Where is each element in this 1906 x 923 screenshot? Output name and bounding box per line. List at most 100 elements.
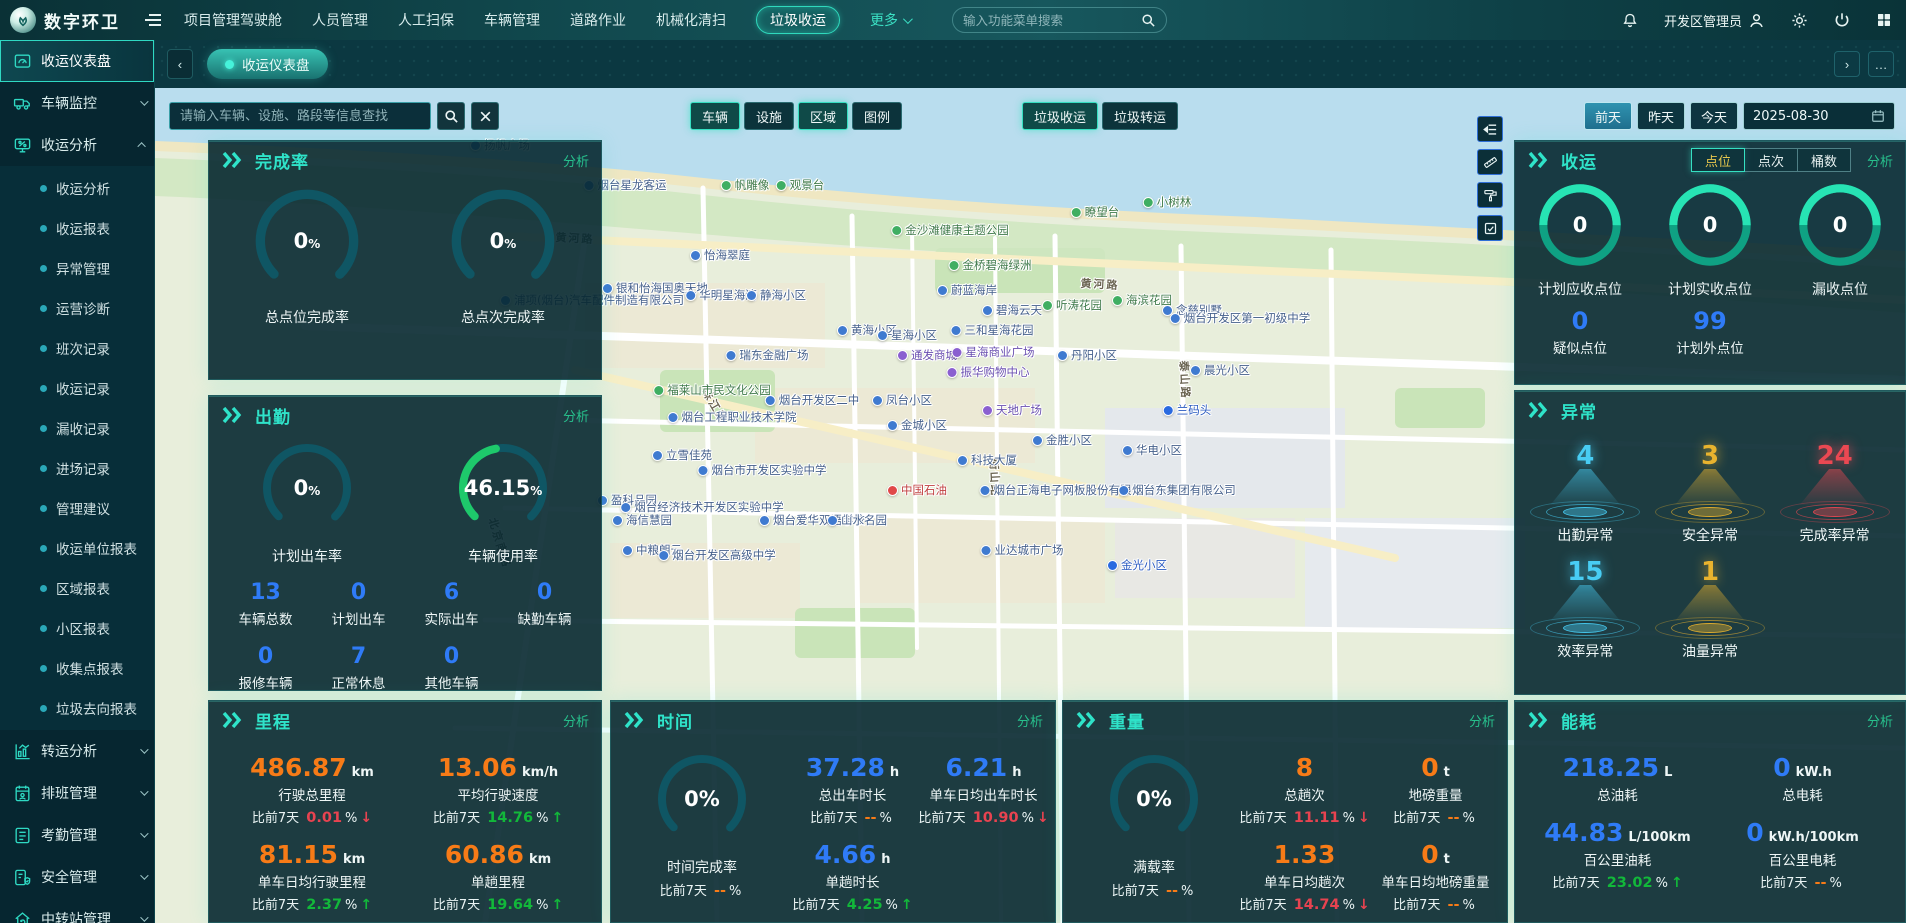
sidebar-subitem-2[interactable]: 收运报表 bbox=[0, 208, 154, 248]
sidebar-item-3[interactable]: 收运分析 bbox=[0, 124, 154, 166]
sidebar-subitem-8[interactable]: 进场记录 bbox=[0, 448, 154, 488]
sidebar-subitem-3[interactable]: 异常管理 bbox=[0, 248, 154, 288]
collection-tab-3[interactable]: 桶数 bbox=[1797, 148, 1851, 172]
poi-icon bbox=[897, 349, 908, 361]
tool-layer-list-button[interactable] bbox=[1477, 116, 1503, 142]
sidebar-subitem-12[interactable]: 小区报表 bbox=[0, 608, 154, 648]
metric-1: 218.25 L 总油耗 bbox=[1525, 753, 1710, 804]
map-label-text: 晨光小区 bbox=[1204, 363, 1250, 377]
sidebar-item-8[interactable]: 中转站管理 bbox=[0, 898, 154, 923]
sidebar-item-1[interactable]: 收运仪表盘 bbox=[0, 40, 154, 82]
nav-item-7[interactable]: 垃圾收运 bbox=[756, 6, 840, 34]
nav-item-5[interactable]: 道路作业 bbox=[570, 10, 626, 30]
layer-toggle-1[interactable]: 车辆 bbox=[690, 102, 741, 130]
mode-toggle-1[interactable]: 垃圾收运 bbox=[1022, 102, 1099, 130]
sidebar-item-5[interactable]: 排班管理 bbox=[0, 772, 154, 814]
analysis-link[interactable]: 分析 bbox=[1469, 711, 1495, 730]
date-button-1[interactable]: 前天 bbox=[1583, 102, 1632, 130]
poi-icon bbox=[667, 411, 679, 423]
user-box[interactable]: 开发区管理员 bbox=[1664, 11, 1765, 30]
metric-unit: t bbox=[1443, 852, 1450, 867]
poi-label: 烟台开发区高级中学 bbox=[658, 547, 776, 563]
sidebar-item-2[interactable]: 车辆监控 bbox=[0, 82, 154, 124]
panel-abnormal-header: 异常 bbox=[1515, 391, 1905, 429]
analysis-link[interactable]: 分析 bbox=[1867, 711, 1893, 730]
date-button-3[interactable]: 今天 bbox=[1689, 102, 1738, 130]
sidebar-subitem-6[interactable]: 收运记录 bbox=[0, 368, 154, 408]
panel-energy-header: 能耗 分析 bbox=[1515, 701, 1905, 739]
poi-icon bbox=[1032, 434, 1043, 446]
sidebar-subitem-9[interactable]: 管理建议 bbox=[0, 488, 154, 528]
tab-more-button[interactable]: … bbox=[1868, 51, 1894, 77]
nav-item-2[interactable]: 人员管理 bbox=[312, 10, 368, 30]
layer-toggle-2[interactable]: 设施 bbox=[744, 102, 795, 130]
map-label-text: 衡山路 bbox=[986, 458, 1003, 498]
nav-item-8[interactable]: 更多 bbox=[870, 10, 913, 30]
map-search-clear-button[interactable] bbox=[471, 102, 499, 130]
compare-prefix: 比前7天 bbox=[251, 811, 304, 826]
analysis-link[interactable]: 分析 bbox=[563, 406, 589, 425]
nav-item-3[interactable]: 人工扫保 bbox=[398, 10, 454, 30]
nav-item-1[interactable]: 项目管理驾驶舱 bbox=[184, 10, 282, 30]
poi-icon bbox=[1142, 196, 1154, 208]
collection-rings: 0 计划应收点位 0 计划实收点位 0 漏收点位 bbox=[1515, 179, 1905, 299]
date-button-2[interactable]: 昨天 bbox=[1636, 102, 1685, 130]
map-search-input[interactable] bbox=[169, 102, 431, 130]
layer-toggle-4[interactable]: 图例 bbox=[852, 102, 903, 130]
nav-item-6[interactable]: 机械化清扫 bbox=[656, 10, 726, 30]
percent-sign: % bbox=[536, 811, 549, 826]
poi-icon bbox=[1107, 559, 1118, 571]
menu-collapse-icon[interactable] bbox=[144, 13, 162, 27]
stat-3: 6 实际出车 bbox=[405, 580, 498, 628]
map-search-button[interactable] bbox=[437, 102, 465, 130]
panel-title: 时间 bbox=[657, 712, 693, 733]
map-container[interactable]: 黄河路黄河路珠江路泰山路衡山路北京南路扬帆广场烟台星龙客运帆雕像观景台瞭望台小树… bbox=[155, 88, 1906, 923]
sidebar-subitem-5[interactable]: 班次记录 bbox=[0, 328, 154, 368]
sidebar-subitem-1[interactable]: 收运分析 bbox=[0, 168, 154, 208]
sidebar-subitem-11[interactable]: 区域报表 bbox=[0, 568, 154, 608]
tab-next-button[interactable]: › bbox=[1834, 51, 1860, 77]
bell-icon[interactable] bbox=[1622, 12, 1638, 29]
mileage-metrics: 486.87 km 行驶总里程 比前7天 0.01% ↓ 13.06 km/h 平均行驶速度比… bbox=[209, 739, 601, 913]
sidebar-subitem-14[interactable]: 垃圾去向报表 bbox=[0, 688, 154, 728]
map-label-text: 金沙滩健康主题公园 bbox=[905, 223, 1009, 237]
apps-grid-icon[interactable] bbox=[1876, 12, 1892, 28]
top-search-input[interactable] bbox=[963, 12, 1133, 28]
sidebar-subitem-10[interactable]: 收运单位报表 bbox=[0, 528, 154, 568]
date-picker[interactable]: 2025-08-30 bbox=[1743, 102, 1895, 130]
tool-ruler-button[interactable] bbox=[1477, 149, 1503, 175]
tool-measure-brush-button[interactable] bbox=[1477, 182, 1503, 208]
nav-item-4[interactable]: 车辆管理 bbox=[484, 10, 540, 30]
metric-label: 单车日均趟次 bbox=[1264, 875, 1345, 891]
tool-select-check-button[interactable] bbox=[1477, 215, 1503, 241]
power-icon[interactable] bbox=[1834, 12, 1850, 28]
sidebar-subitem-4[interactable]: 运营诊断 bbox=[0, 288, 154, 328]
gear-icon[interactable] bbox=[1791, 12, 1808, 29]
bullet-icon bbox=[40, 264, 47, 272]
poi-icon bbox=[622, 544, 633, 556]
search-icon[interactable] bbox=[1141, 13, 1156, 28]
layer-toggle-3[interactable]: 区域 bbox=[798, 102, 849, 130]
map-label-text: 三和星海花园 bbox=[964, 323, 1034, 337]
poi-label: 金胜小区 bbox=[1032, 432, 1092, 448]
analysis-link[interactable]: 分析 bbox=[563, 151, 589, 170]
collection-tab-2[interactable]: 点次 bbox=[1744, 148, 1798, 172]
analysis-link[interactable]: 分析 bbox=[1867, 151, 1893, 170]
date-quick-buttons: 前天 昨天 今天 bbox=[1583, 102, 1738, 130]
map-label-text: 海信慧园 bbox=[626, 513, 672, 527]
tab-back-button[interactable]: ‹ bbox=[167, 49, 193, 79]
metric-number: 486.87 km bbox=[250, 753, 374, 782]
sidebar-item-6[interactable]: 考勤管理 bbox=[0, 814, 154, 856]
sidebar-item-4[interactable]: 转运分析 bbox=[0, 730, 154, 772]
collection-tab-1[interactable]: 点位 bbox=[1690, 148, 1745, 172]
metric-label: 总趟次 bbox=[1284, 788, 1325, 804]
tab-active[interactable]: 收运仪表盘 bbox=[207, 49, 328, 79]
analysis-link[interactable]: 分析 bbox=[563, 711, 589, 730]
mode-toggle-2[interactable]: 垃圾转运 bbox=[1102, 102, 1179, 130]
metric-4: 0 t 单车日均地磅重量 比前7天 --% bbox=[1370, 840, 1501, 913]
sidebar-subitem-13[interactable]: 收集点报表 bbox=[0, 648, 154, 688]
sidebar-item-7[interactable]: 安全管理 bbox=[0, 856, 154, 898]
sidebar-subitem-7[interactable]: 漏收记录 bbox=[0, 408, 154, 448]
stat-number: 13 bbox=[250, 580, 281, 605]
analysis-link[interactable]: 分析 bbox=[1017, 711, 1043, 730]
